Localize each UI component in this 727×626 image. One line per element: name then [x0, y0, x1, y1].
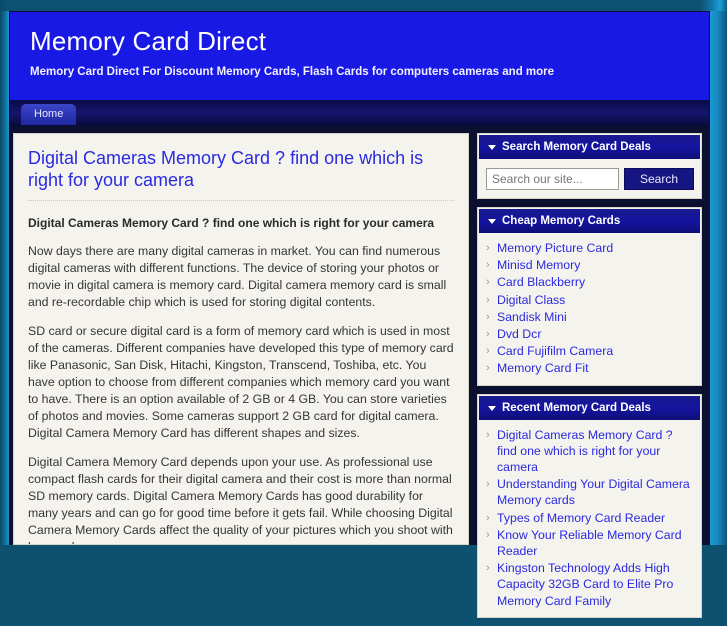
- chevron-right-icon: ›: [486, 276, 490, 289]
- list-item-label: Card Fujifilm Camera: [497, 344, 614, 359]
- left-edge-rail: [0, 11, 9, 545]
- widget-cheap-memory-cards: Cheap Memory Cards › Memory Picture Card …: [477, 207, 702, 386]
- widget-cheap-memory-cards-body: › Memory Picture Card › Minisd Memory › Car…: [478, 234, 701, 385]
- list-item[interactable]: › Memory Card Fit: [486, 360, 694, 376]
- list-item-label: Digital Class: [497, 292, 566, 307]
- nav-item-home[interactable]: Home: [21, 104, 77, 125]
- caret-down-icon: [488, 219, 496, 224]
- chevron-right-icon: ›: [486, 528, 490, 541]
- chevron-right-icon: ›: [486, 511, 490, 524]
- page-title[interactable]: Digital Cameras Memory Card ? find one w…: [28, 147, 454, 201]
- chevron-right-icon: ›: [486, 362, 490, 375]
- list-item-label: Know Your Reliable Memory Card Reader: [497, 527, 682, 559]
- list-item-label: Card Blackberry: [497, 275, 586, 290]
- list-item[interactable]: › Know Your Reliable Memory Card Reader: [486, 527, 694, 559]
- widget-recent-memory-card-deals: Recent Memory Card Deals › Digital Camera…: [477, 393, 702, 618]
- search-button[interactable]: Search: [624, 168, 694, 190]
- widget-recent-memory-card-deals-header[interactable]: Recent Memory Card Deals: [479, 395, 700, 420]
- sidebar: Search Memory Card Deals Search Cheap Me…: [477, 133, 702, 626]
- entry-paragraph: Digital Camera Memory Card depends upon …: [28, 455, 453, 544]
- site-title[interactable]: Memory Card Direct: [30, 26, 689, 56]
- list-item[interactable]: › Understanding Your Digital Camera Memor…: [486, 476, 694, 508]
- caret-down-icon: [488, 405, 496, 411]
- chevron-right-icon: ›: [486, 345, 490, 358]
- list-item-label: Digital Cameras Memory Card ? find one w…: [497, 427, 673, 475]
- entry-paragraph: SD card or secure digital card is a form…: [28, 324, 454, 440]
- widget-cheap-memory-cards-header[interactable]: Cheap Memory Cards: [479, 209, 700, 233]
- primary-navigation: Home: [9, 100, 710, 126]
- chevron-right-icon: ›: [486, 428, 490, 441]
- site-description: Memory Card Direct For Discount Memory C…: [30, 66, 555, 78]
- cheap-memory-cards-list: › Memory Picture Card › Minisd Memory › Car…: [486, 240, 694, 377]
- list-item-label: Sandisk Mini: [497, 309, 567, 324]
- list-item-label: Memory Picture Card: [497, 241, 614, 255]
- widget-search-header[interactable]: Search Memory Card Deals: [479, 135, 700, 159]
- chevron-right-icon: ›: [486, 310, 490, 323]
- list-item[interactable]: › Digital Cameras Memory Card ? find one …: [486, 427, 694, 476]
- list-item-label: Minisd Memory: [497, 258, 581, 273]
- chevron-right-icon: ›: [486, 259, 490, 272]
- list-item[interactable]: › Digital Class: [486, 292, 694, 308]
- entry-subtitle: Digital Cameras Memory Card ? find one w…: [28, 216, 435, 230]
- caret-down-icon: [488, 145, 496, 150]
- widget-cheap-memory-cards-title: Cheap Memory Cards: [502, 215, 621, 227]
- page-body: Digital Cameras Memory Card ? find one w…: [9, 126, 710, 618]
- chevron-right-icon: ›: [486, 478, 490, 491]
- chevron-right-icon: ›: [486, 562, 490, 575]
- search-input[interactable]: [486, 168, 619, 190]
- widget-recent-memory-card-deals-title: Recent Memory Card Deals: [502, 401, 651, 414]
- main-content-column: Digital Cameras Memory Card ? find one w…: [13, 133, 469, 545]
- list-item[interactable]: › Sandisk Mini: [486, 309, 694, 325]
- list-item[interactable]: › Dvd Dcr: [486, 326, 694, 342]
- list-item[interactable]: › Types of Memory Card Reader: [486, 510, 694, 526]
- site-header: Memory Card Direct Memory Card Direct Fo…: [9, 11, 710, 100]
- chevron-right-icon: ›: [486, 242, 490, 254]
- widget-search-title: Search Memory Card Deals: [502, 141, 651, 153]
- list-item[interactable]: › Kingston Technology Adds High Capacity …: [486, 560, 694, 609]
- list-item[interactable]: › Memory Picture Card: [486, 240, 694, 256]
- list-item-label: Memory Card Fit: [497, 361, 589, 376]
- list-item-label: Dvd Dcr: [497, 327, 542, 342]
- widget-search-body: Search: [478, 160, 701, 198]
- list-item-label: Types of Memory Card Reader: [497, 510, 666, 525]
- chevron-right-icon: ›: [486, 293, 490, 306]
- site-wrapper: Memory Card Direct Memory Card Direct Fo…: [9, 11, 710, 618]
- recent-deals-list: › Digital Cameras Memory Card ? find one …: [486, 427, 694, 609]
- right-edge-rail: [710, 11, 727, 545]
- list-item[interactable]: › Minisd Memory: [486, 257, 694, 273]
- list-item[interactable]: › Card Blackberry: [486, 274, 694, 290]
- list-item[interactable]: › Card Fujifilm Camera: [486, 343, 694, 359]
- chevron-right-icon: ›: [486, 328, 490, 341]
- widget-search: Search Memory Card Deals Search: [477, 133, 702, 199]
- entry-paragraph: Now days there are many digital cameras …: [28, 244, 447, 309]
- widget-recent-memory-card-deals-body: › Digital Cameras Memory Card ? find one …: [478, 421, 701, 617]
- list-item-label: Kingston Technology Adds High Capacity 3…: [497, 561, 674, 608]
- list-item-label: Understanding Your Digital Camera Memory…: [497, 477, 690, 508]
